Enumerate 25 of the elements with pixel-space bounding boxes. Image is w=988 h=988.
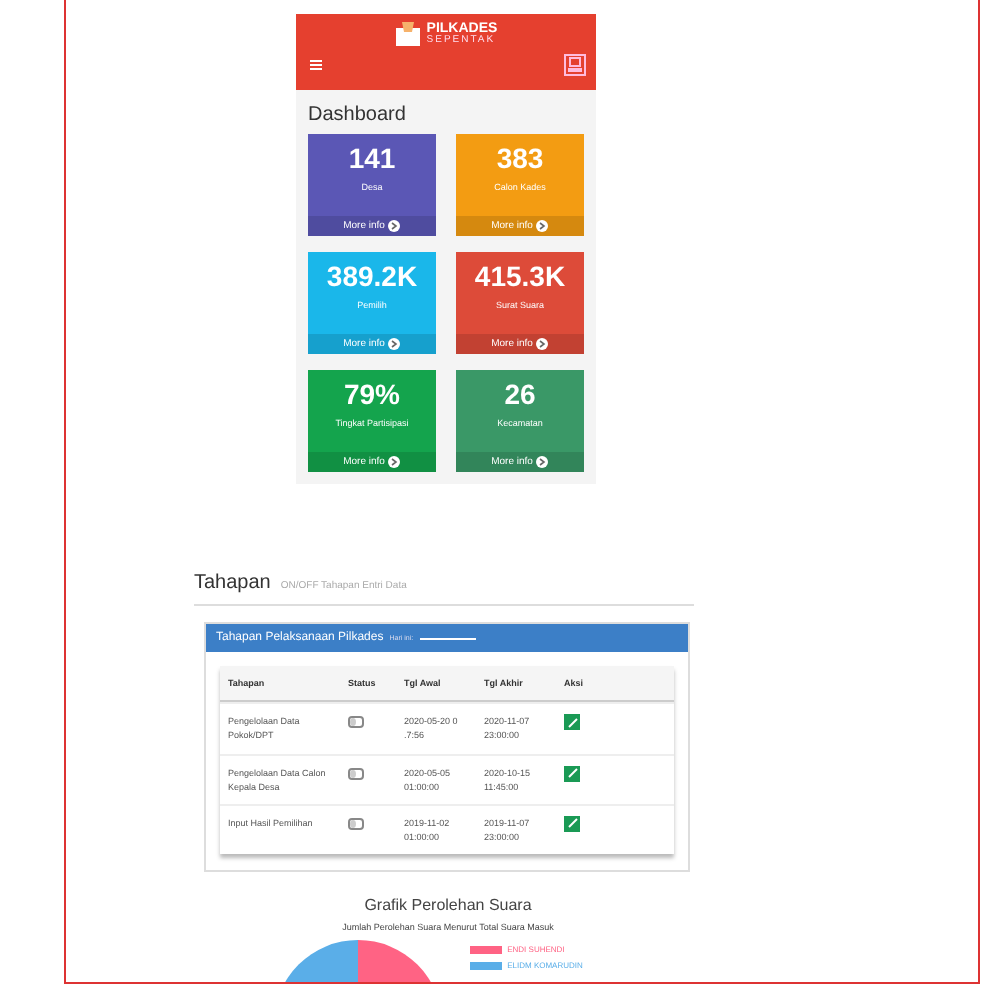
- dashboard-title: Dashboard: [306, 102, 408, 130]
- stat-value: 415.3K: [474, 260, 566, 292]
- arrow-circle-icon: [536, 338, 549, 350]
- stat-value: 389.2K: [326, 260, 418, 292]
- chart-title: Grafik Perolehan Suara: [364, 896, 532, 915]
- stat-value: 383: [496, 142, 544, 174]
- ballot-box-icon: [394, 20, 423, 46]
- status-toggle[interactable]: [348, 716, 364, 729]
- user-card-icon[interactable]: [564, 54, 586, 76]
- status-toggle[interactable]: [348, 767, 364, 780]
- arrow-circle-icon: [388, 220, 401, 232]
- edit-button[interactable]: [564, 714, 580, 731]
- section-title: Tahapan: [194, 572, 271, 594]
- arrow-circle-icon: [536, 220, 549, 232]
- stat-value: 79%: [343, 378, 401, 410]
- edit-button[interactable]: [564, 815, 580, 832]
- stat-value: 141: [348, 142, 396, 174]
- edit-button[interactable]: [564, 765, 580, 782]
- date-line: [419, 637, 476, 639]
- arrow-circle-icon: [388, 338, 401, 350]
- arrow-circle-icon: [388, 456, 401, 468]
- stat-value: 26: [504, 378, 536, 410]
- menu-icon[interactable]: [310, 60, 322, 70]
- arrow-circle-icon: [536, 456, 549, 468]
- status-toggle[interactable]: [348, 817, 364, 830]
